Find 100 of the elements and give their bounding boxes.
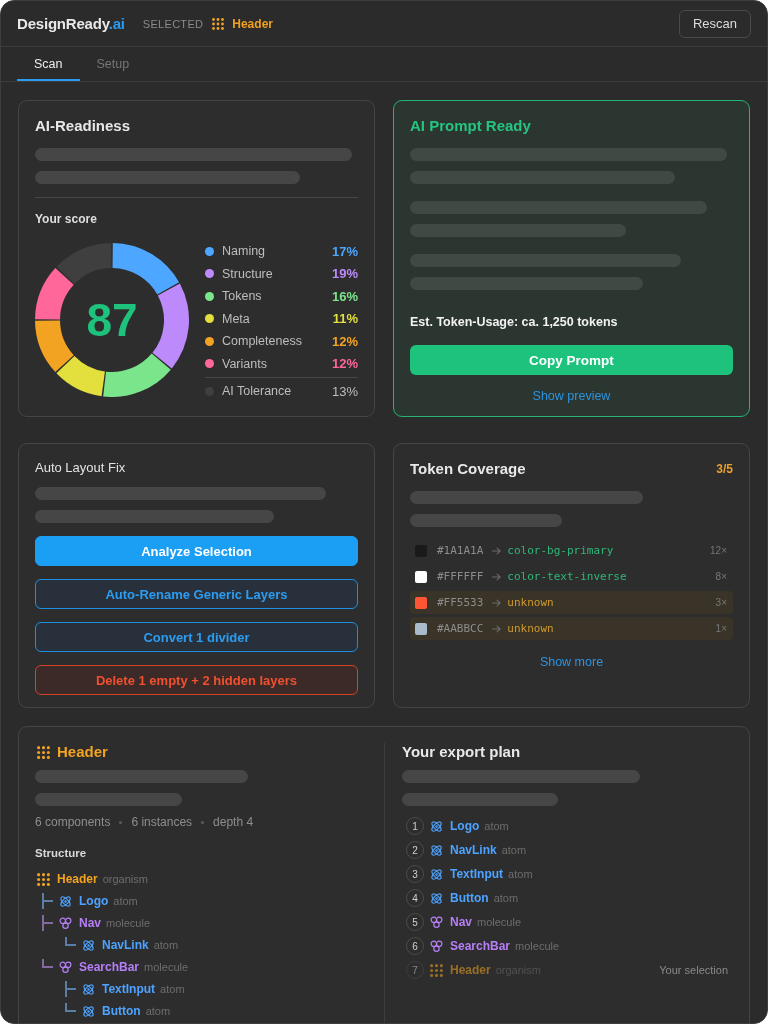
- selection-note: Your selection: [659, 964, 728, 976]
- copy-prompt-button[interactable]: Copy Prompt: [410, 345, 733, 375]
- legend-label: Meta: [222, 311, 251, 326]
- legend-value: 19%: [331, 266, 358, 282]
- legend-value: 12%: [331, 333, 358, 349]
- legend-label: AI Tolerance: [222, 384, 293, 398]
- atom-icon: [59, 894, 72, 908]
- action-button[interactable]: Convert 1 divider: [35, 622, 358, 652]
- tab[interactable]: Scan: [17, 47, 80, 81]
- bullet-separator-icon: [119, 820, 123, 824]
- atom-icon: [430, 843, 443, 857]
- step-type: atom: [484, 819, 509, 834]
- legend-value: 13%: [331, 383, 358, 399]
- layer-name: Button: [102, 1003, 141, 1020]
- layer-type: atom: [160, 982, 185, 997]
- dot-grid-icon: [37, 872, 50, 886]
- atom-icon: [82, 982, 95, 996]
- step-name: Button: [450, 890, 489, 907]
- token-name: unknown: [507, 596, 554, 609]
- stat-text: 6 instances: [131, 814, 193, 830]
- step-name: Header: [450, 962, 491, 979]
- card-title: Token Coverage: [410, 460, 526, 478]
- arrow-right-icon: [492, 572, 502, 581]
- legend-label: Variants: [222, 356, 268, 371]
- token-name: color-bg-primary: [507, 544, 614, 557]
- step-type: atom: [508, 867, 533, 882]
- atom-icon: [82, 1004, 95, 1018]
- arrow-right-icon: [492, 624, 502, 633]
- bullet-separator-icon: [201, 820, 205, 824]
- hex-value: #FF5533: [437, 596, 484, 609]
- step-type: molecule: [477, 915, 522, 930]
- rescan-button[interactable]: Rescan: [678, 9, 751, 38]
- legend-label: Structure: [222, 266, 274, 281]
- legend-label: Completeness: [222, 334, 303, 349]
- hex-value: #1A1A1A: [437, 544, 484, 557]
- tree-branch-icon: [42, 915, 54, 931]
- step-type: molecule: [515, 939, 560, 954]
- three-circles-icon: [59, 960, 72, 974]
- legend-value: 12%: [331, 356, 358, 372]
- layer-type: molecule: [144, 960, 189, 975]
- step-name: SearchBar: [450, 938, 511, 955]
- card-title: AI Prompt Ready: [410, 117, 531, 135]
- usage-count: 3×: [715, 597, 727, 608]
- token-name: color-text-inverse: [507, 570, 627, 583]
- legend-value: 11%: [332, 311, 358, 327]
- layer-name: SearchBar: [79, 959, 140, 976]
- action-button[interactable]: Analyze Selection: [35, 536, 358, 566]
- layer-name: TextInput: [102, 981, 156, 998]
- show-preview-link[interactable]: Show preview: [532, 388, 611, 404]
- three-circles-icon: [430, 915, 443, 929]
- usage-count: 12×: [710, 545, 727, 556]
- selection-label: SELECTED: [142, 17, 204, 30]
- atom-icon: [430, 867, 443, 881]
- atom-icon: [430, 819, 443, 833]
- three-circles-icon: [59, 916, 72, 930]
- step-name: TextInput: [450, 866, 504, 883]
- component-title: Header: [57, 743, 108, 761]
- layer-type: atom: [113, 894, 138, 909]
- stat-text: 6 components: [35, 814, 111, 830]
- step-name: NavLink: [450, 842, 497, 859]
- action-button[interactable]: Delete 1 empty + 2 hidden layers: [35, 665, 358, 695]
- stat-text: depth 4: [213, 814, 254, 830]
- token-usage-text: Est. Token-Usage: ca. 1,250 tokens: [410, 314, 618, 330]
- token-name: unknown: [507, 622, 554, 635]
- section-label: Structure: [35, 846, 87, 860]
- legend-label: Tokens: [222, 289, 263, 304]
- atom-icon: [82, 938, 95, 952]
- legend-label: Naming: [222, 244, 267, 259]
- hex-value: #AABBCC: [437, 622, 484, 635]
- layer-type: organism: [102, 872, 148, 887]
- tab[interactable]: Setup: [79, 47, 147, 81]
- layer-name: Header: [57, 871, 98, 888]
- section-label: Your score: [35, 212, 97, 226]
- export-plan-title: Your export plan: [402, 743, 522, 761]
- layer-type: atom: [145, 1004, 171, 1019]
- layer-type: molecule: [106, 916, 151, 931]
- donut-slice: [35, 320, 74, 373]
- usage-count: 1×: [715, 623, 727, 634]
- layer-name: NavLink: [102, 937, 149, 954]
- show-more-link[interactable]: Show more: [539, 654, 604, 670]
- hex-value: #FFFFFF: [437, 570, 484, 583]
- layer-name: Nav: [79, 915, 101, 932]
- card-title: AI-Readiness: [35, 117, 131, 135]
- step-name: Logo: [450, 818, 480, 835]
- card-title: Auto Layout Fix: [35, 460, 126, 475]
- layer-type: atom: [153, 938, 179, 953]
- tree-branch-icon: [42, 893, 54, 909]
- dot-grid-icon: [37, 745, 50, 759]
- step-type: atom: [493, 891, 519, 906]
- action-button[interactable]: Auto-Rename Generic Layers: [35, 579, 358, 609]
- arrow-right-icon: [492, 546, 502, 555]
- app-logo-text: DesignReady.ai: [17, 15, 125, 32]
- legend-value: 16%: [331, 288, 358, 304]
- arrow-right-icon: [492, 598, 502, 607]
- layer-name: Logo: [79, 893, 109, 910]
- three-circles-icon: [430, 939, 443, 953]
- tree-branch-icon: [65, 981, 77, 997]
- selected-layer-name: Header: [232, 16, 273, 31]
- donut-slice: [56, 356, 105, 397]
- dot-grid-icon: [212, 17, 225, 30]
